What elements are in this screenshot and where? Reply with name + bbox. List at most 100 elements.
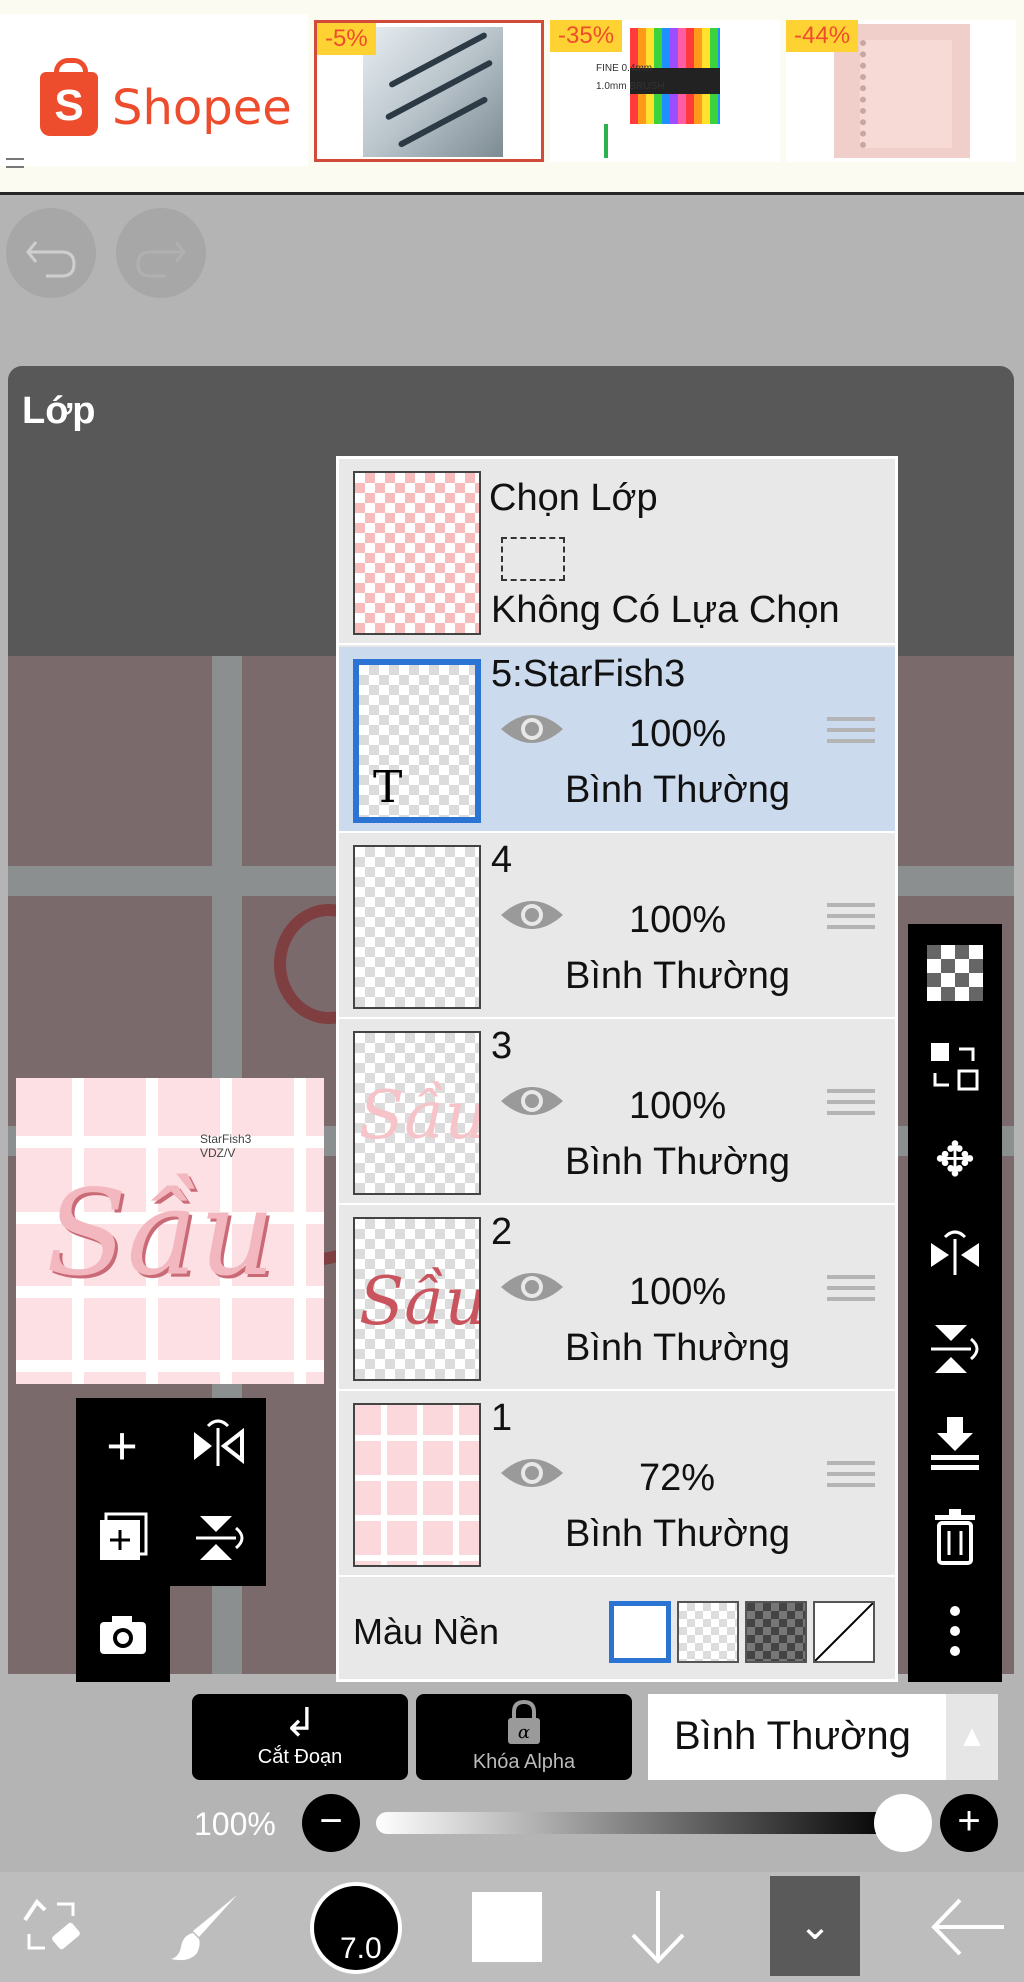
clipping-label: Cắt Đoạn	[257, 1746, 343, 1768]
redo-button[interactable]	[116, 208, 206, 298]
layers-menu-button[interactable]: ⌄	[770, 1876, 860, 1976]
flip-vertical-button[interactable]	[908, 1302, 1002, 1396]
opacity-slider[interactable]	[376, 1812, 896, 1834]
discount-badge: -35%	[550, 20, 623, 52]
undo-icon	[26, 241, 76, 278]
double-chevron-down-icon: ⌄	[798, 1904, 832, 1948]
ad-banner[interactable]: S Shopee -5% FINE 0.4mm 1.0mm BRUSH -35%…	[0, 0, 1024, 195]
opacity-slider-knob[interactable]	[874, 1794, 932, 1852]
ad-product-2[interactable]: FINE 0.4mm 1.0mm BRUSH -35%	[550, 20, 780, 162]
merge-down-button[interactable]	[908, 1396, 1002, 1490]
layer-blend-mode: Bình Thường	[565, 1141, 791, 1183]
layer-opacity: 72%	[639, 1457, 716, 1499]
none-slash-icon	[814, 1602, 874, 1662]
visibility-eye-icon[interactable]	[499, 1453, 565, 1493]
layer-blend-mode: Bình Thường	[565, 955, 791, 997]
transparency-button[interactable]	[908, 926, 1002, 1020]
svg-text:α: α	[518, 1722, 530, 1743]
down-arrow-button[interactable]	[618, 1872, 698, 1982]
visibility-eye-icon[interactable]	[499, 1267, 565, 1307]
color-swatch-button[interactable]	[472, 1892, 542, 1962]
layer-name: 1	[491, 1397, 513, 1439]
flip-vertical-icon	[196, 1516, 244, 1560]
visibility-eye-icon[interactable]	[499, 895, 565, 935]
undo-button[interactable]	[6, 208, 96, 298]
layer-add-icon	[100, 1512, 148, 1560]
shopee-bag-icon: S	[40, 58, 98, 136]
thumbnail-word: Sầu	[359, 1263, 481, 1340]
move-icon: ✥	[934, 1134, 976, 1187]
layer-row[interactable]: Sầu 2 100% Bình Thường	[339, 1205, 895, 1391]
layer-name: 4	[491, 839, 513, 881]
clipping-arrow-icon: ↲	[283, 1701, 317, 1745]
bg-white-swatch[interactable]	[609, 1601, 671, 1663]
ad-product-3[interactable]: -44%	[786, 20, 1016, 162]
text-layer-icon: T	[373, 762, 403, 813]
camera-icon	[100, 1616, 146, 1654]
more-options-button[interactable]	[908, 1584, 1002, 1678]
bg-transparent-light-swatch[interactable]	[677, 1601, 739, 1663]
layer-swap-button[interactable]	[908, 1020, 1002, 1114]
bg-none-swatch[interactable]	[813, 1601, 875, 1663]
selection-layer-row[interactable]: Chọn Lớp Không Có Lựa Chọn	[339, 459, 895, 645]
layer-thumbnail: T	[353, 659, 481, 823]
layer-opacity: 100%	[629, 1085, 727, 1127]
shopee-brand: Shopee	[112, 80, 292, 136]
move-button[interactable]: ✥	[908, 1114, 1002, 1208]
bg-transparent-dark-swatch[interactable]	[745, 1601, 807, 1663]
layer-row[interactable]: 4 100% Bình Thường	[339, 833, 895, 1019]
flip-horizontal-button[interactable]	[908, 1208, 1002, 1302]
flip-vertical-layer-button[interactable]	[172, 1492, 264, 1584]
background-color-row: Màu Nền	[339, 1583, 895, 1679]
pen-tip	[604, 124, 608, 158]
opacity-decrease-button[interactable]: −	[302, 1794, 360, 1852]
transform-tool-button[interactable]	[12, 1872, 92, 1982]
canvas-preview[interactable]: StarFish3 VDZ/V Sầu	[16, 1078, 324, 1384]
flip-horizontal-layer-button[interactable]	[172, 1400, 264, 1492]
selection-marquee-icon	[501, 537, 565, 581]
layer-row[interactable]: T 5:StarFish3 100% Bình Thường	[339, 647, 895, 833]
ad-menu-icon[interactable]	[6, 158, 24, 168]
drag-handle-icon[interactable]	[827, 903, 875, 937]
add-layer-button[interactable]: +	[76, 1400, 168, 1492]
visibility-eye-icon[interactable]	[499, 709, 565, 749]
swap-icon	[931, 1043, 979, 1091]
shopee-logo-box[interactable]: S Shopee	[0, 14, 308, 168]
drag-handle-icon[interactable]	[827, 717, 875, 751]
ad-product-1[interactable]: -5%	[314, 20, 544, 162]
brush-size-button[interactable]: 7.0	[310, 1882, 402, 1974]
blend-mode-value: Bình Thường	[674, 1714, 911, 1758]
layer-row[interactable]: Sầu 3 100% Bình Thường	[339, 1019, 895, 1205]
alpha-lock-button[interactable]: α Khóa Alpha	[416, 1694, 632, 1780]
layer-opacity: 100%	[629, 713, 727, 755]
visibility-eye-icon[interactable]	[499, 1081, 565, 1121]
layer-opacity: 100%	[629, 899, 727, 941]
brush-tool-button[interactable]	[160, 1872, 250, 1982]
delete-layer-button[interactable]	[908, 1490, 1002, 1584]
background-label: Màu Nền	[353, 1611, 500, 1652]
plus-icon: +	[957, 1799, 981, 1843]
drag-handle-icon[interactable]	[827, 1275, 875, 1309]
blend-mode-select[interactable]: Bình Thường	[648, 1694, 946, 1780]
merge-down-icon	[931, 1417, 979, 1470]
more-vertical-icon	[950, 1606, 960, 1656]
layer-opacity: 100%	[629, 1271, 727, 1313]
add-layer-copy-button[interactable]	[76, 1492, 168, 1584]
selection-title: Chọn Lớp	[489, 477, 658, 519]
alpha-lock-label: Khóa Alpha	[472, 1751, 576, 1773]
clipping-button[interactable]: ↲ Cắt Đoạn	[192, 1694, 408, 1780]
drag-handle-icon[interactable]	[827, 1089, 875, 1123]
opacity-increase-button[interactable]: +	[940, 1794, 998, 1852]
discount-badge: -44%	[786, 20, 859, 52]
flip-horizontal-icon	[931, 1230, 979, 1275]
blend-mode-dropdown-button[interactable]: ▲	[946, 1694, 998, 1780]
trash-icon	[935, 1509, 975, 1565]
camera-button[interactable]	[76, 1588, 168, 1680]
drag-handle-icon[interactable]	[827, 1461, 875, 1495]
layer-row[interactable]: 1 72% Bình Thường	[339, 1391, 895, 1577]
layer-blend-mode: Bình Thường	[565, 1513, 791, 1555]
back-button[interactable]	[920, 1872, 1016, 1982]
arrow-down-icon	[631, 1891, 685, 1964]
redo-icon	[136, 241, 186, 278]
preview-small-text: StarFish3 VDZ/V	[200, 1132, 252, 1160]
